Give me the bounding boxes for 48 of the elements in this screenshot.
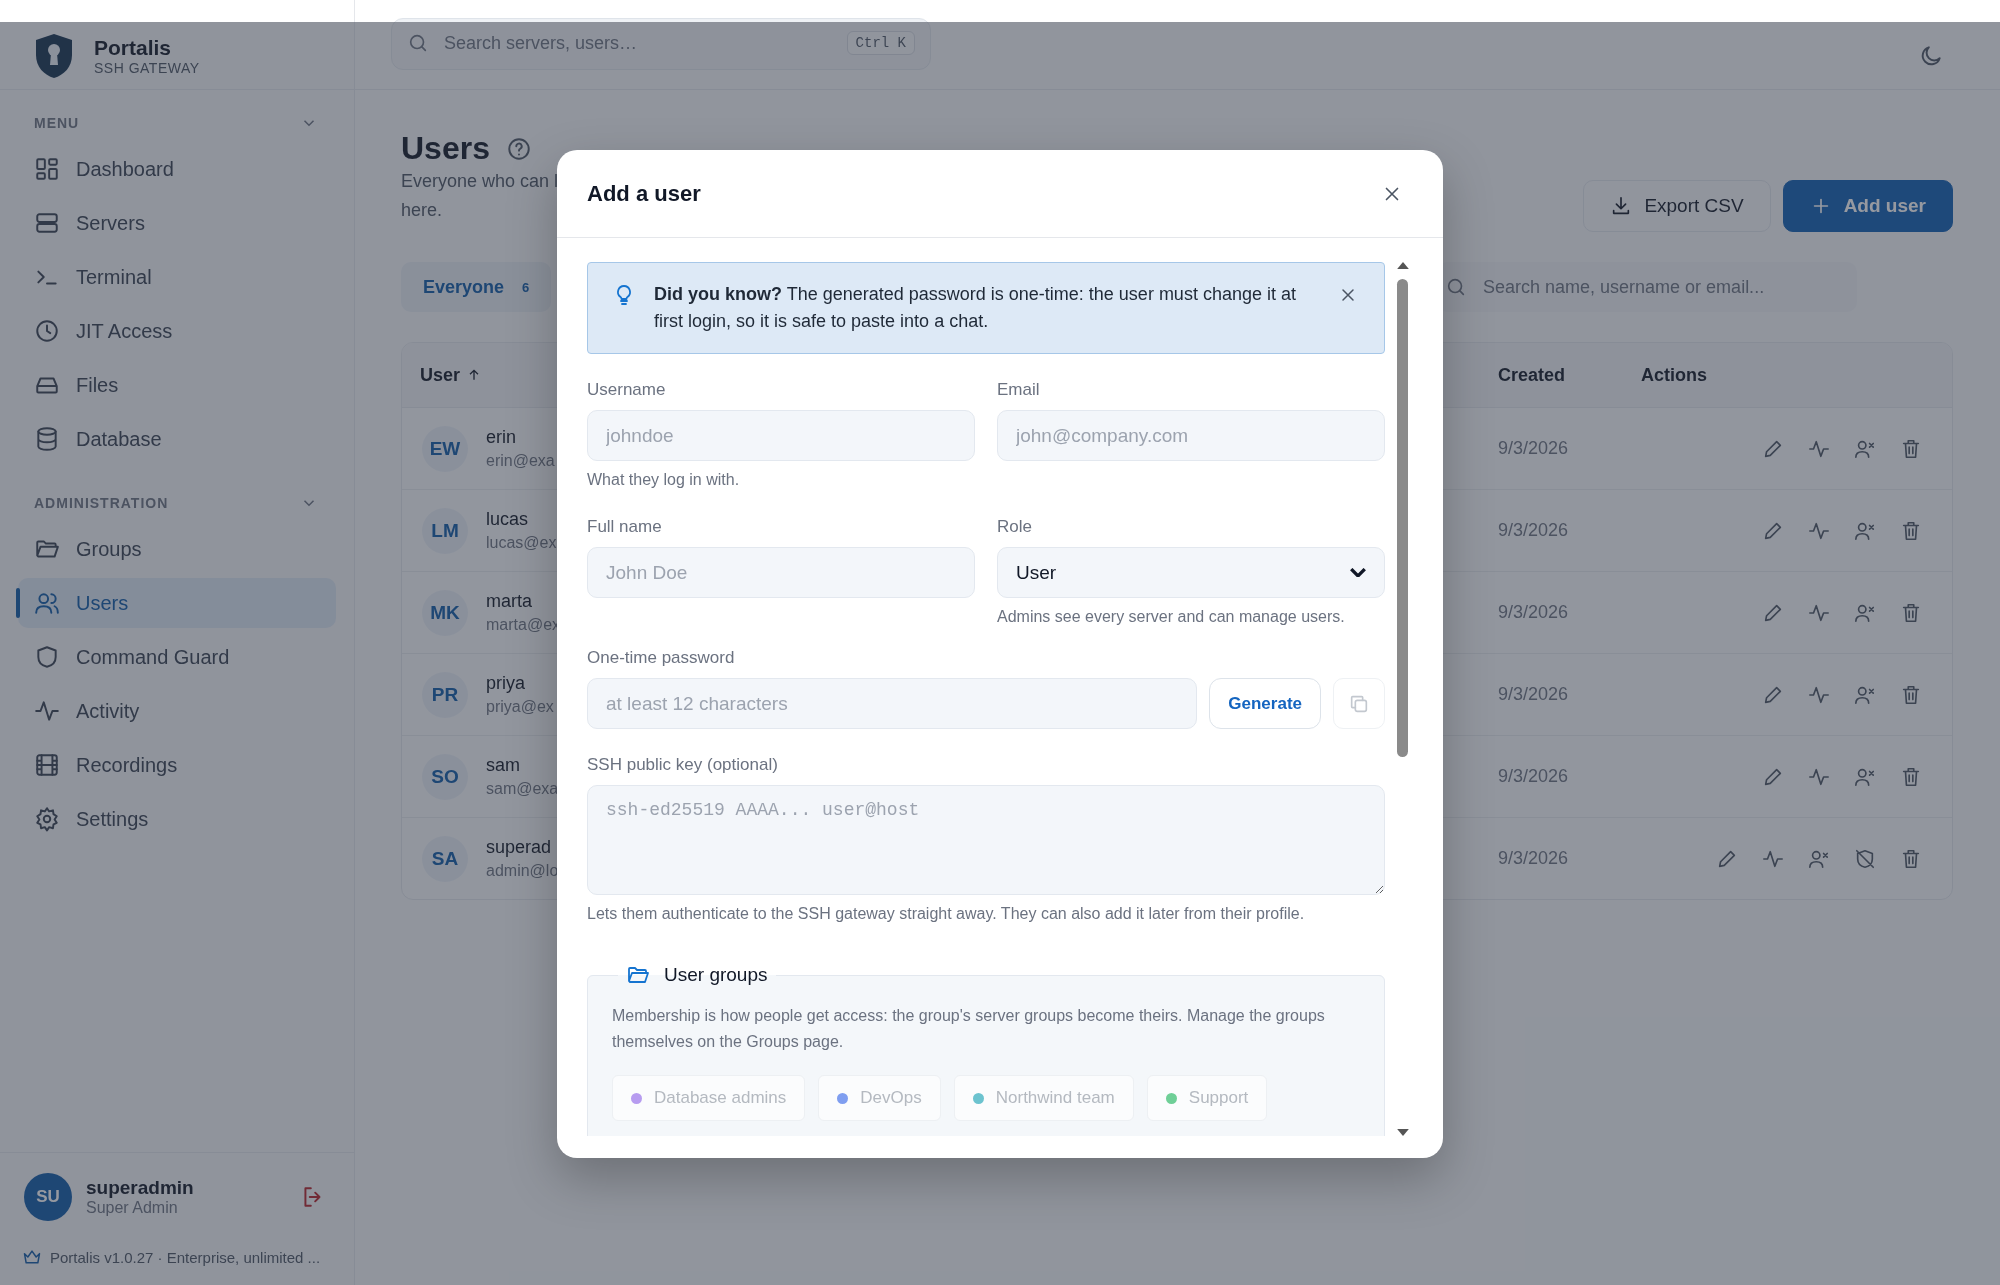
created-date: 9/3/2026 [1497, 766, 1570, 787]
created-date: 9/3/2026 [1497, 848, 1570, 869]
dialog-title: Add a user [587, 180, 701, 207]
field-label: Role [997, 517, 1033, 537]
section-title: MENU [34, 115, 80, 131]
user-avatar: MK [422, 589, 468, 636]
help-text: Lets them authenticate to the SSH gateway straight away. They can also add it later from their profile. [587, 905, 1306, 923]
help-text: Admins see every server and can manage users. [997, 608, 1346, 626]
groups-description: Membership is how people get access: the group's server groups become theirs. Manage the groups themselves on the Groups page. [612, 1006, 1326, 1052]
user-avatar: SA [422, 835, 468, 882]
version-text: Portalis v1.0.27 · Enterprise, unlimited ... [50, 1248, 321, 1266]
user-name: sam [486, 755, 521, 776]
created-date: 9/3/2026 [1497, 684, 1570, 705]
created-date: 9/3/2026 [1497, 520, 1570, 541]
page-title: Users [401, 130, 490, 167]
user-avatar: LM [422, 507, 468, 554]
page-subtitle: here. [401, 199, 444, 222]
page-subtitle: Everyone who can l [401, 170, 559, 193]
user-email: priya@ex [486, 698, 554, 716]
user-avatar: EW [422, 425, 468, 472]
user-email: lucas@ex [486, 534, 557, 552]
section-title: ADMINISTRATION [34, 495, 169, 511]
user-avatar: SO [422, 753, 468, 800]
user-email: marta@ex [486, 616, 561, 634]
field-label: Email [997, 380, 1041, 400]
created-date: 9/3/2026 [1497, 438, 1570, 459]
field-label: Username [587, 380, 667, 400]
app-name: Portalis [94, 35, 173, 60]
created-date: 9/3/2026 [1497, 602, 1570, 623]
section-title: User groups [664, 964, 768, 986]
user-name: priya [486, 673, 526, 694]
field-label: One-time password [587, 648, 736, 668]
field-label: SSH public key (optional) [587, 755, 779, 775]
app-tagline: SSH GATEWAY [94, 59, 200, 76]
user-email: sam@exa [486, 780, 559, 798]
user-email: erin@exa [486, 452, 555, 470]
user-name: lucas [486, 509, 530, 530]
help-text: What they log in with. [587, 471, 741, 489]
user-avatar: SU [24, 1173, 72, 1221]
user-name: superadmin [86, 1177, 195, 1199]
field-label: Full name [587, 517, 663, 537]
user-role: Super Admin [86, 1199, 179, 1217]
tip-text: Did you know? The generated password is one-time: the user must change it at first login, so it is safe to paste into a chat. [654, 283, 1297, 333]
user-avatar: PR [422, 671, 468, 718]
user-name: superad [486, 837, 553, 858]
user-name: marta [486, 591, 533, 612]
user-email: admin@lo [486, 862, 559, 880]
user-name: erin [486, 427, 517, 448]
